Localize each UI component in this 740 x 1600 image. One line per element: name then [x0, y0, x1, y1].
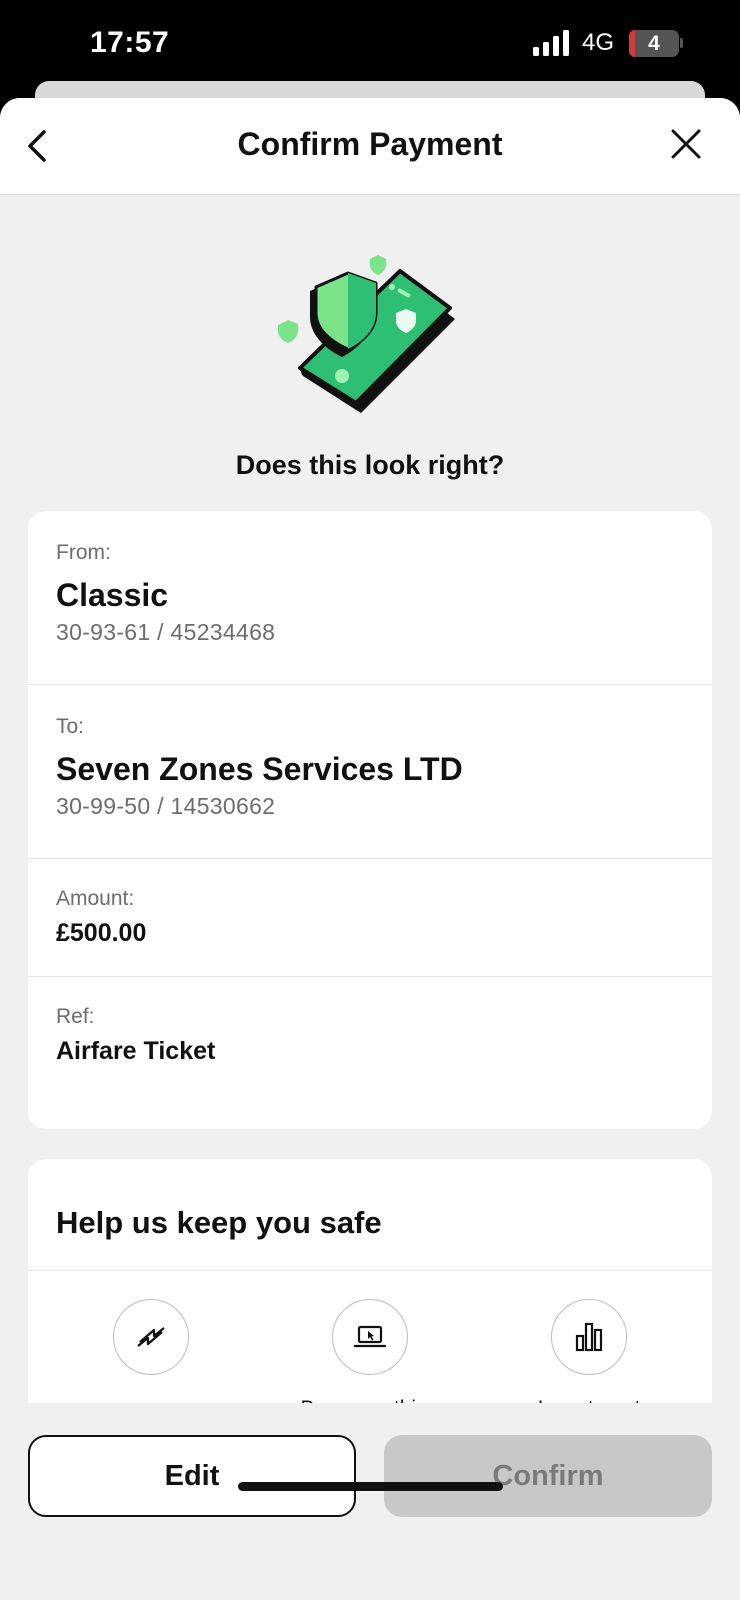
- from-row: From: Classic 30-93-61 / 45234468: [28, 511, 712, 685]
- status-time: 17:57: [90, 26, 170, 59]
- amount-label: Amount:: [56, 887, 135, 910]
- divider: [28, 1270, 712, 1271]
- from-account-name: Classic: [56, 577, 169, 613]
- bar-chart-icon: [551, 1299, 627, 1375]
- battery-cap: [680, 38, 683, 48]
- safety-title: Help us keep you safe: [56, 1205, 382, 1240]
- reference-value: Airfare Ticket: [56, 1037, 216, 1065]
- to-row: To: Seven Zones Services LTD 30-99-50 / …: [28, 685, 712, 859]
- edit-button[interactable]: Edit: [28, 1435, 356, 1517]
- to-label: To:: [56, 715, 85, 738]
- payment-details-card: From: Classic 30-93-61 / 45234468 To: Se…: [28, 511, 712, 1129]
- phone-shield-illustration: [278, 255, 455, 413]
- action-bar: Edit Confirm: [0, 1403, 740, 1600]
- status-bar: 17:57 4G 4: [0, 0, 740, 90]
- page-title: Confirm Payment: [237, 126, 503, 162]
- battery-level: 4: [648, 32, 660, 55]
- payee-account-number: 30-99-50 / 14530662: [56, 793, 276, 819]
- close-icon[interactable]: [666, 124, 706, 164]
- confirmation-question: Does this look right?: [235, 450, 505, 480]
- battery-icon: 4: [629, 30, 679, 57]
- amount-row: Amount: £500.00: [28, 859, 712, 977]
- network-type: 4G: [582, 29, 615, 56]
- confirm-payment-sheet: Confirm Payment Does this look right? Fr…: [0, 98, 740, 1600]
- from-account-number: 30-93-61 / 45234468: [56, 619, 276, 645]
- from-label: From:: [56, 541, 111, 564]
- payee-name: Seven Zones Services LTD: [56, 751, 463, 787]
- nav-bar: Confirm Payment: [0, 98, 740, 195]
- transfer-arrows-icon: [113, 1299, 189, 1375]
- reference-row: Ref: Airfare Ticket: [28, 977, 712, 1129]
- confirm-button[interactable]: Confirm: [384, 1435, 712, 1517]
- laptop-cursor-icon: [332, 1299, 408, 1375]
- home-indicator: [238, 1482, 503, 1491]
- amount-value: £500.00: [56, 919, 147, 947]
- signal-strength-icon: [533, 30, 569, 56]
- reference-label: Ref:: [56, 1005, 95, 1028]
